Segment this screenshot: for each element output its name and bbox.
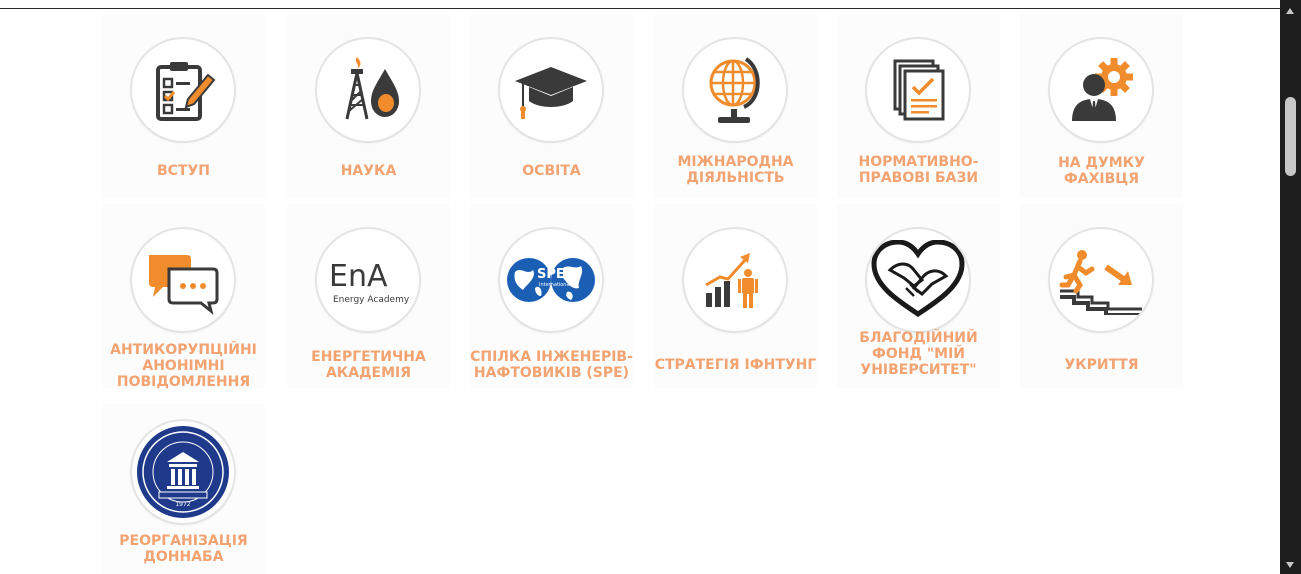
tile-blahodiinyi[interactable]: БЛАГОДІЙНИЙ ФОНД "МІЙ УНІВЕРСИТЕТ": [837, 204, 1000, 388]
tile-vstup[interactable]: ВСТУП: [102, 14, 265, 198]
chat-bubbles-icon: [132, 229, 234, 331]
oil-derrick-drop-icon: [317, 39, 419, 141]
energy-academy-mark: EnA: [329, 259, 388, 294]
tile-label: МІЖНАРОДНА ДІЯЛЬНІСТЬ: [677, 154, 794, 186]
top-divider: [0, 8, 1280, 9]
expert-gear-icon: [1050, 39, 1152, 141]
tile-label: ЕНЕРГЕТИЧНА АКАДЕМІЯ: [311, 349, 426, 381]
clipboard-checklist-icon: [132, 39, 234, 141]
vertical-scrollbar[interactable]: [1280, 0, 1301, 574]
globe-icon: [684, 39, 786, 141]
tile-label: НАУКА: [340, 163, 397, 179]
tile-label: ОСВІТА: [522, 163, 581, 179]
tile-label: ВСТУП: [156, 163, 210, 179]
tile-antykoruptsiini[interactable]: АНТИКОРУПЦІЙНІ АНОНІМНІ ПОВІДОМЛЕННЯ: [102, 204, 265, 390]
tile-reorhanizatsiia[interactable]: 1972 РЕОРГАНІЗАЦІЯ ДОННАБА: [102, 404, 265, 574]
scroll-down-icon[interactable]: [1286, 562, 1294, 568]
tile-label: СПІЛКА ІНЖЕНЕРІВ-НАФТОВИКІВ (SPE): [470, 349, 633, 381]
tile-normatyvno[interactable]: НОРМАТИВНО-ПРАВОВІ БАЗИ: [837, 14, 1000, 198]
donnaba-seal-icon: 1972: [132, 421, 234, 523]
tile-label: УКРИТТЯ: [1064, 357, 1139, 373]
spe-caption: International: [539, 282, 571, 288]
energy-academy-caption: Energy Academy: [333, 295, 410, 305]
tile-label: НОРМАТИВНО-ПРАВОВІ БАЗИ: [858, 154, 979, 186]
tile-osvita[interactable]: ОСВІТА: [470, 14, 633, 198]
spe-mark: SPE: [537, 267, 565, 282]
tile-label: НА ДУМКУ ФАХІВЦЯ: [1058, 155, 1145, 187]
tile-na-dumku[interactable]: НА ДУМКУ ФАХІВЦЯ: [1020, 14, 1183, 198]
running-stairs-icon: [1050, 229, 1152, 331]
tile-mizhnarodna[interactable]: МІЖНАРОДНА ДІЯЛЬНІСТЬ: [654, 14, 817, 198]
seal-year: 1972: [175, 501, 190, 508]
graduation-cap-icon: [500, 39, 602, 141]
scroll-thumb[interactable]: [1285, 97, 1296, 176]
tile-ukryttia[interactable]: УКРИТТЯ: [1020, 204, 1183, 388]
growth-chart-person-icon: [684, 229, 786, 331]
heart-hands-icon: [867, 229, 969, 331]
energy-academy-logo: EnA Energy Academy: [317, 229, 419, 331]
tile-label: РЕОРГАНІЗАЦІЯ ДОННАБА: [119, 533, 248, 565]
tile-stratehiia[interactable]: СТРАТЕГІЯ ІФНТУНГ: [654, 204, 817, 388]
tile-label: СТРАТЕГІЯ ІФНТУНГ: [654, 357, 817, 373]
documents-check-icon: [867, 39, 969, 141]
spe-international-logo: SPE International: [500, 229, 602, 331]
tile-label: АНТИКОРУПЦІЙНІ АНОНІМНІ ПОВІДОМЛЕННЯ: [110, 342, 257, 390]
tile-spe[interactable]: SPE International СПІЛКА ІНЖЕНЕРІВ-НАФТО…: [470, 204, 633, 388]
page-viewport: ВСТУП НАУКА ОСВІТА МІЖНАРОДНА ДІЯЛЬНІСТЬ…: [0, 0, 1280, 574]
scroll-up-icon[interactable]: [1286, 8, 1294, 14]
tile-nauka[interactable]: НАУКА: [287, 14, 450, 198]
tile-energetychna[interactable]: EnA Energy Academy ЕНЕРГЕТИЧНА АКАДЕМІЯ: [287, 204, 450, 388]
tile-label: БЛАГОДІЙНИЙ ФОНД "МІЙ УНІВЕРСИТЕТ": [859, 330, 978, 378]
